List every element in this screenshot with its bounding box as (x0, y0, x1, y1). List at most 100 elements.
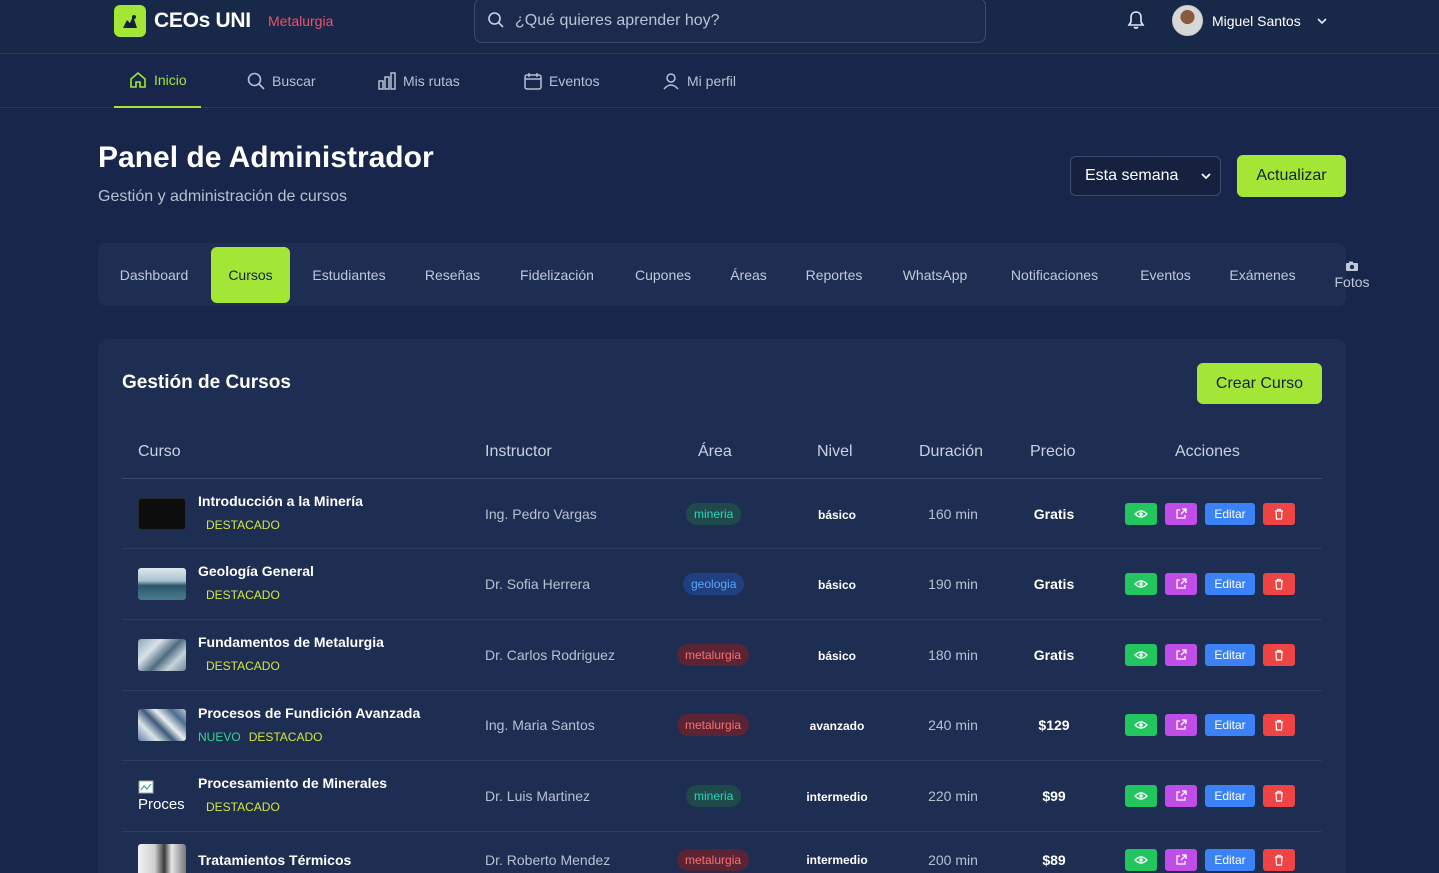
open-external-button[interactable] (1165, 573, 1197, 595)
course-name[interactable]: Fundamentos de Metalurgia (198, 634, 384, 650)
tab-areas[interactable]: Áreas (719, 247, 778, 303)
trash-icon (1275, 508, 1283, 520)
price-value: Gratis (1033, 506, 1075, 522)
broken-image-icon (138, 780, 154, 794)
chevron-down-icon (1201, 173, 1211, 180)
nav-item-buscar[interactable]: Buscar (246, 54, 316, 108)
open-external-button[interactable] (1165, 644, 1197, 666)
level-value: avanzado (809, 719, 865, 733)
view-button[interactable] (1125, 573, 1157, 595)
view-button[interactable] (1125, 644, 1157, 666)
chevron-down-icon[interactable] (1315, 14, 1329, 28)
nav-item-mi-perfil[interactable]: Mi perfil (661, 54, 736, 108)
instructor-name: Dr. Carlos Rodriguez (485, 647, 615, 663)
brand-subtitle: Metalurgia (268, 13, 334, 29)
instructor-name: Dr. Luis Martinez (485, 788, 591, 804)
tab-cursos[interactable]: Cursos (211, 247, 290, 303)
eye-icon (1134, 510, 1148, 518)
refresh-button[interactable]: Actualizar (1237, 155, 1346, 197)
eye-icon (1134, 651, 1148, 659)
delete-button[interactable] (1263, 644, 1295, 666)
tab-fotos[interactable]: Fotos (1323, 247, 1381, 303)
table-row[interactable]: Proces Procesamiento de Minerales DESTAC… (122, 761, 1322, 832)
search-input[interactable] (515, 7, 955, 35)
featured-tag: DESTACADO (248, 730, 323, 744)
level-value: intermedio (806, 853, 868, 867)
open-external-button[interactable] (1165, 849, 1197, 871)
eye-icon (1134, 580, 1148, 588)
tab-whatsapp[interactable]: WhatsApp (890, 247, 980, 303)
view-button[interactable] (1125, 785, 1157, 807)
course-name[interactable]: Geología General (198, 563, 314, 579)
area-badge: geologia (683, 573, 745, 595)
tab-estudiantes[interactable]: Estudiantes (300, 247, 398, 303)
tab-eventos[interactable]: Eventos (1129, 247, 1202, 303)
delete-button[interactable] (1263, 503, 1295, 525)
area-badge: metalurgia (677, 644, 750, 666)
tab-dashboard[interactable]: Dashboard (106, 247, 202, 303)
tab-examenes[interactable]: Exámenes (1218, 247, 1307, 303)
tab-cupones[interactable]: Cupones (623, 247, 703, 303)
price-value: $89 (1042, 852, 1066, 868)
area-badge: metalurgia (677, 714, 750, 736)
open-external-button[interactable] (1165, 785, 1197, 807)
nav-item-inicio[interactable]: Inicio (114, 54, 201, 108)
period-value: Esta semana (1085, 167, 1179, 184)
external-link-icon (1176, 790, 1187, 801)
open-external-button[interactable] (1165, 714, 1197, 736)
price-value: Gratis (1033, 647, 1075, 663)
table-row[interactable]: Geología General DESTACADO Dr. Sofia Her… (122, 549, 1322, 620)
tab-reportes[interactable]: Reportes (794, 247, 874, 303)
edit-button[interactable]: Editar (1205, 714, 1255, 736)
tab-notificaciones[interactable]: Notificaciones (996, 247, 1113, 303)
logo-icon[interactable] (114, 5, 146, 37)
user-name[interactable]: Miguel Santos (1212, 13, 1301, 29)
column-header-course: Curso (138, 443, 181, 460)
instructor-name: Dr. Sofia Herrera (485, 576, 591, 592)
edit-button[interactable]: Editar (1205, 849, 1255, 871)
create-course-button[interactable]: Crear Curso (1197, 363, 1322, 404)
delete-button[interactable] (1263, 849, 1295, 871)
trash-icon (1275, 719, 1283, 731)
course-name[interactable]: Introducción a la Minería (198, 493, 363, 509)
table-row[interactable]: Fundamentos de Metalurgia DESTACADO Dr. … (122, 620, 1322, 691)
column-header-instructor: Instructor (485, 443, 552, 460)
trash-icon (1275, 649, 1283, 661)
delete-button[interactable] (1263, 573, 1295, 595)
period-select[interactable]: Esta semana (1070, 156, 1221, 196)
view-button[interactable] (1125, 503, 1157, 525)
column-header-actions: Acciones (1175, 443, 1240, 460)
course-name[interactable]: Procesos de Fundición Avanzada (198, 705, 420, 721)
delete-button[interactable] (1263, 785, 1295, 807)
notifications-bell-icon[interactable] (1125, 9, 1147, 36)
table-row[interactable]: Introducción a la Minería DESTACADO Ing.… (122, 479, 1322, 549)
course-thumbnail (138, 844, 186, 873)
tab-resenas[interactable]: Reseñas (414, 247, 491, 303)
table-row[interactable]: Procesos de Fundición Avanzada NUEVO DES… (122, 691, 1322, 761)
course-thumbnail-broken: Proces (138, 780, 186, 812)
view-button[interactable] (1125, 849, 1157, 871)
edit-button[interactable]: Editar (1205, 785, 1255, 807)
search-box[interactable] (474, 0, 986, 43)
column-header-price: Precio (1030, 443, 1076, 460)
column-header-duration: Duración (919, 443, 984, 460)
table-row[interactable]: Tratamientos Térmicos Dr. Roberto Mendez… (122, 832, 1322, 873)
course-name[interactable]: Procesamiento de Minerales (198, 775, 387, 791)
search-icon (488, 12, 504, 28)
view-button[interactable] (1125, 714, 1157, 736)
edit-button[interactable]: Editar (1205, 644, 1255, 666)
delete-button[interactable] (1263, 714, 1295, 736)
top-bar: CEOs UNI Metalurgia Miguel Santos (0, 0, 1439, 54)
nav-item-mis-rutas[interactable]: Mis rutas (377, 54, 460, 108)
edit-button[interactable]: Editar (1205, 573, 1255, 595)
avatar[interactable] (1172, 5, 1203, 36)
edit-button[interactable]: Editar (1205, 503, 1255, 525)
brand-name[interactable]: CEOs UNI (154, 9, 251, 33)
price-value: Gratis (1033, 576, 1075, 592)
external-link-icon (1176, 649, 1187, 660)
open-external-button[interactable] (1165, 503, 1197, 525)
course-name[interactable]: Tratamientos Térmicos (198, 852, 351, 868)
tab-fidelizacion[interactable]: Fidelización (507, 247, 607, 303)
level-value: básico (817, 578, 856, 592)
nav-item-eventos[interactable]: Eventos (523, 54, 600, 108)
